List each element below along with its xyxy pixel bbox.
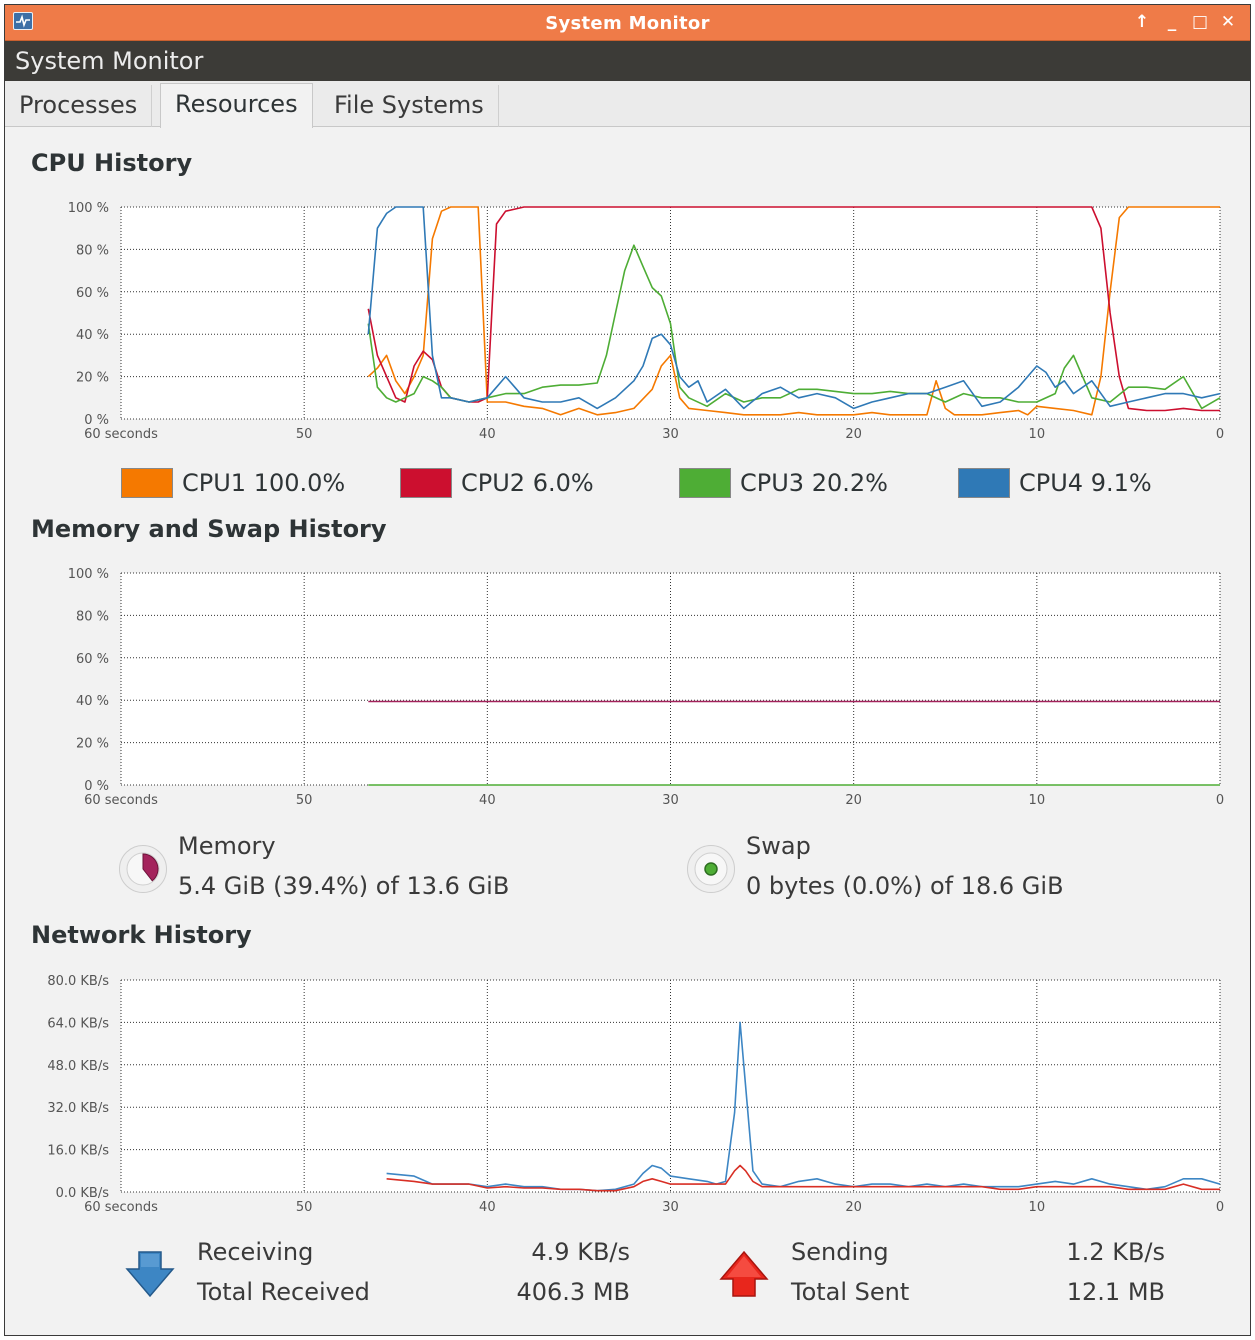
y-tick-label: 60 % <box>76 652 109 667</box>
y-tick-label: 80 % <box>76 609 109 624</box>
y-tick-label: 20 % <box>76 371 109 386</box>
close-icon[interactable]: ✕ <box>1216 9 1240 35</box>
x-tick-label: 50 <box>296 427 313 442</box>
y-tick-label: 64.0 KB/s <box>47 1016 109 1031</box>
y-tick-label: 60 % <box>76 286 109 301</box>
tab-file-systems[interactable]: File Systems <box>320 85 499 127</box>
x-tick-label: 20 <box>845 793 862 808</box>
app-menu-title[interactable]: System Monitor <box>15 47 203 75</box>
network-history-title: Network History <box>31 921 252 949</box>
x-tick-label: 0 <box>1216 1200 1224 1215</box>
memory-value: 5.4 GiB (39.4%) of 13.6 GiB <box>178 872 510 900</box>
receiving-label: Receiving <box>197 1238 314 1266</box>
x-tick-label: 0 <box>1216 793 1224 808</box>
y-tick-label: 20 % <box>76 737 109 752</box>
y-tick-label: 80 % <box>76 243 109 258</box>
memory-history-title: Memory and Swap History <box>31 515 387 543</box>
minimize-icon[interactable]: _ <box>1160 9 1184 35</box>
sending-arrow-icon[interactable] <box>719 1249 769 1299</box>
x-tick-label: 0 <box>1216 427 1224 442</box>
x-tick-label: 30 <box>662 793 679 808</box>
memory-pie-chart <box>126 852 160 886</box>
swap-pie-chart <box>694 852 728 886</box>
x-tick-label: 30 <box>662 427 679 442</box>
swap-label: Swap <box>746 832 811 860</box>
y-tick-label: 100 % <box>68 201 109 216</box>
tab-processes[interactable]: Processes <box>5 85 153 127</box>
receiving-arrow-icon[interactable] <box>125 1249 175 1299</box>
window-title: System Monitor <box>545 13 710 34</box>
cpu1-color-swatch[interactable] <box>121 468 173 498</box>
y-tick-label: 0 % <box>84 413 109 428</box>
memory-label: Memory <box>178 832 276 860</box>
sending-value: 1.2 KB/s <box>1066 1238 1165 1266</box>
memory-history-chart: 100 % 80 % 60 % 40 % 20 % 0 %60 seconds 50 40 30… <box>68 567 1224 808</box>
total-received-label: Total Received <box>197 1278 370 1306</box>
cpu3-label: CPU3 20.2% <box>740 469 888 497</box>
tab-resources[interactable]: Resources <box>160 83 313 128</box>
sending-label: Sending <box>791 1238 889 1266</box>
x-tick-label: 60 seconds <box>84 793 158 808</box>
tab-bar: Processes Resources File Systems <box>5 81 1250 128</box>
x-tick-label: 50 <box>296 1200 313 1215</box>
y-tick-label: 0 % <box>84 779 109 794</box>
y-tick-label: 32.0 KB/s <box>47 1101 109 1116</box>
x-tick-label: 20 <box>845 427 862 442</box>
cpu2-color-swatch[interactable] <box>400 468 452 498</box>
menu-bar: System Monitor <box>5 41 1250 81</box>
x-tick-label: 10 <box>1029 427 1046 442</box>
swap-pie[interactable] <box>687 845 735 893</box>
x-tick-label: 60 seconds <box>84 1200 158 1215</box>
y-tick-label: 48.0 KB/s <box>47 1059 109 1074</box>
x-tick-label: 40 <box>479 1200 496 1215</box>
receiving-value: 4.9 KB/s <box>531 1238 630 1266</box>
y-tick-label: 80.0 KB/s <box>47 974 109 989</box>
system-monitor-window: System Monitor ↑ _ □ ✕ System Monitor Pr… <box>4 4 1251 1336</box>
x-tick-label: 10 <box>1029 1200 1046 1215</box>
y-tick-label: 100 % <box>68 567 109 582</box>
cpu2-label: CPU2 6.0% <box>461 469 594 497</box>
network-history-chart: 80.0 KB/s 64.0 KB/s 48.0 KB/s 32.0 KB/s 16.0… <box>47 974 1224 1215</box>
x-tick-label: 40 <box>479 793 496 808</box>
maximize-icon[interactable]: □ <box>1188 9 1212 35</box>
x-tick-label: 50 <box>296 793 313 808</box>
total-received-value: 406.3 MB <box>516 1278 630 1306</box>
cpu4-color-swatch[interactable] <box>958 468 1010 498</box>
cpu-history-chart: 100 % 80 % 60 % 40 % 20 % 0 %60 seconds 50 40 30… <box>68 201 1224 442</box>
title-bar[interactable]: System Monitor ↑ _ □ ✕ <box>5 5 1250 41</box>
y-tick-label: 40 % <box>76 694 109 709</box>
cpu3-color-swatch[interactable] <box>679 468 731 498</box>
swap-value: 0 bytes (0.0%) of 18.6 GiB <box>746 872 1064 900</box>
y-tick-label: 0.0 KB/s <box>56 1186 110 1201</box>
total-sent-label: Total Sent <box>791 1278 910 1306</box>
memory-pie[interactable] <box>119 845 167 893</box>
cpu4-label: CPU4 9.1% <box>1019 469 1152 497</box>
x-tick-label: 30 <box>662 1200 679 1215</box>
x-tick-label: 60 seconds <box>84 427 158 442</box>
pie-empty-dot <box>704 862 718 876</box>
cpu-history-title: CPU History <box>31 149 193 177</box>
y-tick-label: 16.0 KB/s <box>47 1144 109 1159</box>
x-tick-label: 40 <box>479 427 496 442</box>
x-tick-label: 20 <box>845 1200 862 1215</box>
total-sent-value: 12.1 MB <box>1066 1278 1165 1306</box>
x-tick-label: 10 <box>1029 793 1046 808</box>
always-on-top-icon[interactable]: ↑ <box>1130 9 1154 35</box>
y-tick-label: 40 % <box>76 328 109 343</box>
cpu1-label: CPU1 100.0% <box>182 469 346 497</box>
